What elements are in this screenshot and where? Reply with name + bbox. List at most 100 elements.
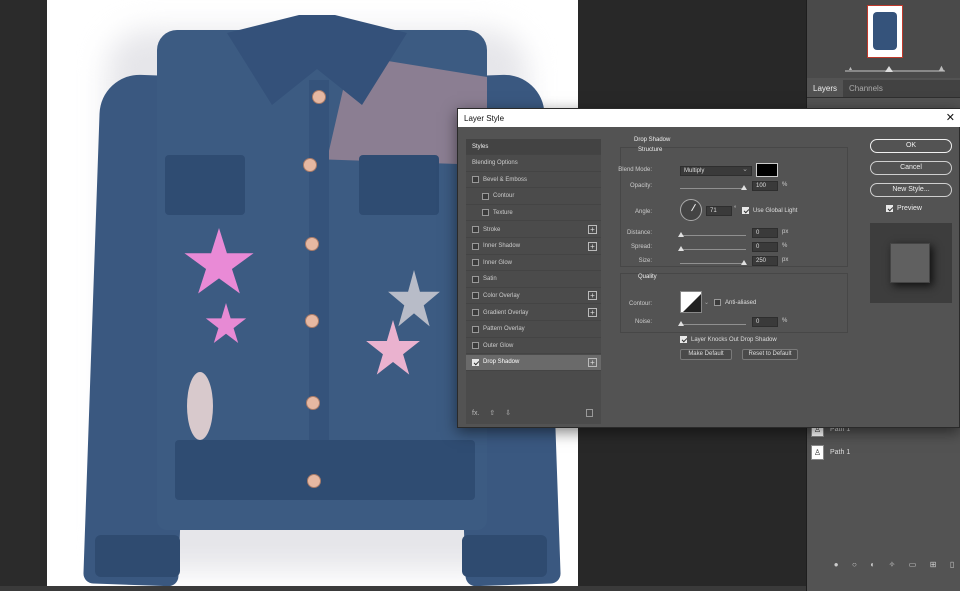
style-item[interactable]: Gradient Overlay + [466,305,601,321]
folder-icon[interactable]: ▭ [909,560,917,569]
distance-slider-knob[interactable] [678,232,684,237]
distance-input[interactable]: 0 [752,228,778,238]
cancel-button[interactable]: Cancel [870,161,952,175]
dialog-titlebar[interactable]: Layer Style ✕ [458,109,960,127]
style-checkbox[interactable] [472,325,479,333]
style-checkbox[interactable] [482,192,489,200]
shadow-color-swatch[interactable] [756,163,778,177]
navigator-thumbnail[interactable] [867,5,903,58]
preview-checkbox[interactable] [886,205,893,212]
style-item[interactable]: Color Overlay + [466,288,601,305]
style-item-label: Gradient Overlay [483,309,529,316]
opacity-slider-knob[interactable] [741,185,747,190]
layer-row[interactable]: ♙ Path 1 [807,441,960,463]
mask-icon[interactable]: ◐ [870,560,875,569]
size-unit: px [782,257,789,263]
contour-label: Contour: [628,301,652,307]
ok-button[interactable]: OK [870,139,952,153]
dialog-title: Layer Style [464,113,505,123]
chevron-down-icon[interactable]: ⌄ [704,299,709,306]
style-item[interactable]: Texture [466,205,601,222]
fx-icon[interactable]: fx. [472,410,479,417]
blend-mode-dropdown[interactable]: Multiply [680,165,752,176]
style-checkbox[interactable] [472,226,479,233]
move-down-icon[interactable]: ⇩ [505,409,511,417]
knockout-checkbox[interactable] [680,336,687,343]
add-effect-button[interactable]: + [588,291,597,301]
styles-header[interactable]: Styles [466,139,601,155]
style-item[interactable]: Pattern Overlay [466,322,601,338]
jacket-button [305,314,319,328]
blend-mode-label: Blend Mode: [618,167,652,173]
style-checkbox[interactable] [472,176,479,184]
fx-icon[interactable]: ○ [852,560,857,569]
style-checkbox[interactable] [472,292,479,300]
spread-slider[interactable] [680,249,746,250]
style-checkbox[interactable] [472,342,479,350]
trash-icon[interactable]: ▯ [950,560,954,569]
noise-slider[interactable] [680,324,746,325]
style-item[interactable]: Blending Options [466,156,601,172]
angle-input[interactable]: 71 [706,206,732,216]
style-item[interactable]: Drop Shadow + [466,354,601,371]
contour-picker[interactable] [680,291,702,313]
style-item[interactable]: Stroke + [466,222,601,238]
zoom-slider[interactable] [845,70,945,72]
link-icon[interactable]: ● [834,560,839,569]
new-style-button[interactable]: New Style... [870,183,952,197]
style-item[interactable]: Satin [466,272,601,288]
add-effect-button[interactable]: + [588,308,597,317]
style-item[interactable]: Bevel & Emboss [466,172,601,189]
opacity-slider[interactable] [680,188,746,189]
opacity-label: Opacity: [629,183,652,189]
style-checkbox[interactable] [472,358,479,366]
close-icon[interactable]: ✕ [946,111,955,125]
anti-aliased-option[interactable]: Anti-aliased [714,299,756,306]
move-up-icon[interactable]: ⇧ [489,409,495,417]
anti-aliased-checkbox[interactable] [714,299,721,306]
jacket-waistband [175,440,475,500]
style-checkbox[interactable] [472,309,479,316]
size-slider[interactable] [680,263,746,264]
style-checkbox[interactable] [472,259,479,267]
preview-option[interactable]: Preview [886,205,922,212]
zoom-in-icon[interactable]: ▲ [937,63,946,73]
distance-slider[interactable] [680,235,746,236]
spread-input[interactable]: 0 [752,242,778,252]
angle-dial[interactable] [680,199,702,221]
style-item[interactable]: Inner Glow [466,255,601,272]
reset-to-default-button[interactable]: Reset to Default [742,349,798,360]
size-input[interactable]: 250 [752,256,778,266]
noise-input[interactable]: 0 [752,317,778,327]
noise-slider-knob[interactable] [678,321,684,326]
spread-slider-knob[interactable] [678,246,684,251]
make-default-button[interactable]: Make Default [680,349,732,360]
distance-unit: px [782,229,789,235]
trash-icon[interactable] [586,409,593,417]
distance-label: Distance: [626,230,652,236]
adjustment-icon[interactable]: ✧ [889,560,896,569]
new-layer-icon[interactable]: ⊞ [930,560,937,569]
style-checkbox[interactable] [472,242,479,250]
add-effect-button[interactable]: + [588,357,597,367]
style-item-label: Contour [493,193,515,200]
use-global-light-option[interactable]: Use Global Light [742,207,797,214]
style-item[interactable]: Inner Shadow + [466,239,601,255]
layers-panel-tabs: Layers Channels [807,80,960,98]
style-item-label: Bevel & Emboss [483,176,528,183]
add-effect-button[interactable]: + [588,225,597,234]
size-slider-knob[interactable] [741,260,747,265]
add-effect-button[interactable]: + [588,241,597,251]
zoom-slider-knob[interactable] [885,66,893,72]
use-global-light-checkbox[interactable] [742,207,749,214]
jacket-button [306,396,320,410]
style-item[interactable]: Outer Glow [466,338,601,355]
tab-layers[interactable]: Layers [807,80,844,97]
tab-channels[interactable]: Channels [843,80,889,97]
opacity-input[interactable]: 100 [752,181,778,191]
jacket-button [303,158,317,172]
style-item[interactable]: Contour [466,189,601,205]
knockout-option[interactable]: Layer Knocks Out Drop Shadow [680,336,777,343]
style-checkbox[interactable] [482,209,489,217]
style-checkbox[interactable] [472,275,479,283]
